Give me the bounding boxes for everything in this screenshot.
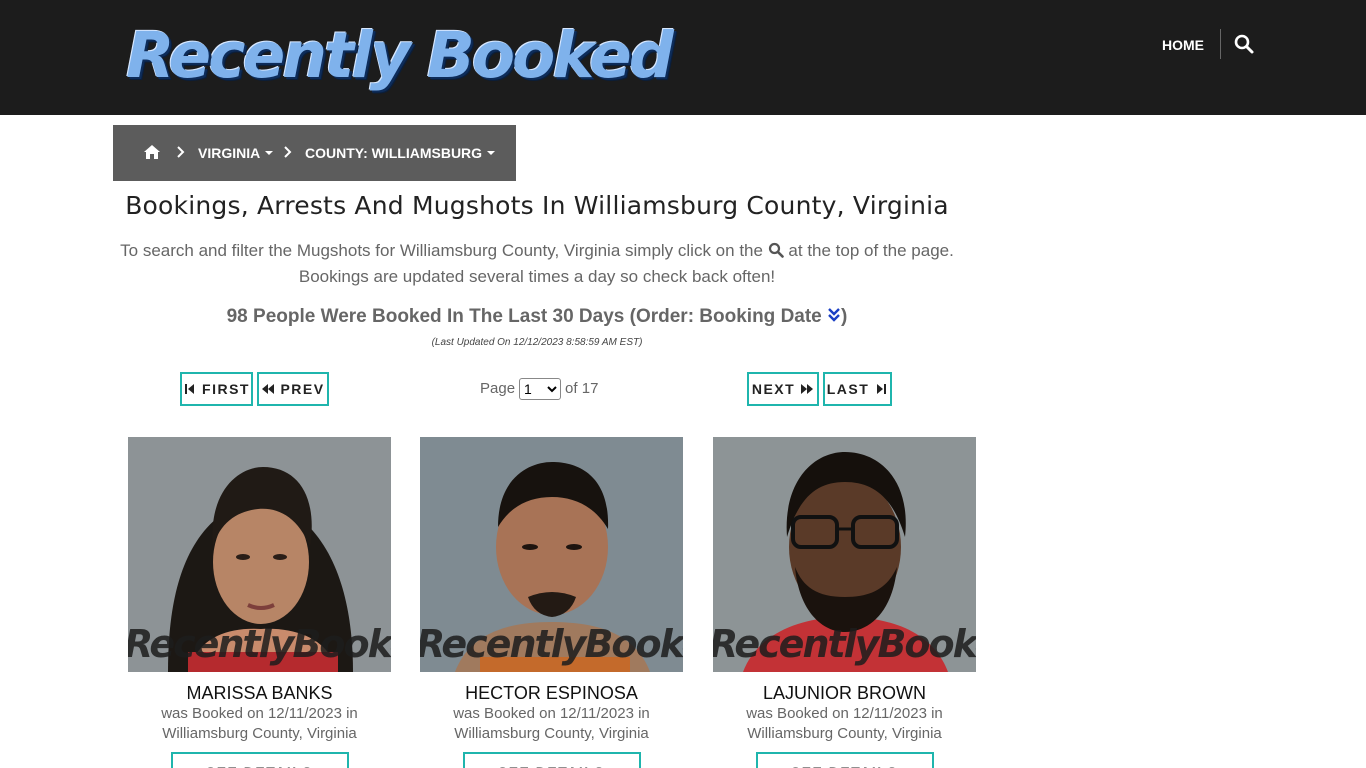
booking-description: was Booked on 12/11/2023 in Williamsburg… — [453, 705, 650, 742]
next-label: NEXT — [751, 381, 796, 397]
first-label: FIRST — [202, 381, 250, 397]
skip-first-icon — [185, 384, 195, 394]
intro-line2: Bookings are updated several times a day… — [298, 267, 776, 286]
logo-text: Recently Booked — [126, 19, 674, 92]
breadcrumb: VIRGINIA COUNTY: WILLIAMSBURG — [113, 125, 516, 181]
last-label: LAST — [826, 381, 870, 397]
person-name[interactable]: LAJUNIOR BROWN — [713, 682, 976, 704]
nav-divider — [1220, 29, 1221, 59]
page-select[interactable]: 1 — [519, 378, 562, 400]
chevron-right-icon — [176, 145, 186, 159]
booking-description: was Booked on 12/11/2023 in Williamsburg… — [746, 705, 943, 742]
booking-count: 98 People Were Booked In The Last 30 Day… — [113, 304, 961, 330]
mugshot-image[interactable]: RecentlyBooked.com — [420, 437, 683, 672]
person-name[interactable]: MARISSA BANKS — [128, 682, 391, 704]
breadcrumb-item-county[interactable]: COUNTY: WILLIAMSBURG — [305, 144, 496, 162]
home-icon[interactable] — [143, 144, 161, 160]
prev-page-button[interactable]: PREV — [257, 372, 329, 406]
backward-icon — [262, 384, 275, 394]
intro-part2: at the top of the page. — [788, 241, 954, 260]
booking-count-close: ) — [841, 306, 848, 327]
breadcrumb-item-virginia[interactable]: VIRGINIA — [198, 144, 274, 162]
search-icon[interactable] — [768, 240, 784, 258]
watermark-text: RecentlyBooked.com — [128, 622, 391, 666]
breadcrumb-label: COUNTY: WILLIAMSBURG — [305, 145, 483, 161]
first-page-button[interactable]: FIRST — [180, 372, 253, 406]
site-header: Recently Booked HOME — [0, 0, 1366, 115]
skip-last-icon — [877, 384, 887, 394]
nav-home-link[interactable]: HOME — [1162, 35, 1204, 55]
see-details-button[interactable]: SEE DETAILS — [170, 752, 349, 768]
caret-down-icon — [487, 151, 496, 156]
page-title: Bookings, Arrests And Mugshots In Willia… — [125, 191, 949, 220]
booking-card[interactable]: RecentlyBooked.com HECTOR ESPINOSA was B… — [420, 437, 683, 768]
mugshot-image[interactable]: RecentlyBooked.com — [713, 437, 976, 672]
caret-down-icon — [265, 151, 274, 156]
booking-card[interactable]: RecentlyBooked.com LAJUNIOR BROWN was Bo… — [713, 437, 976, 768]
page-total: of 17 — [565, 380, 599, 397]
site-logo[interactable]: Recently Booked — [126, 18, 674, 94]
intro-part1: To search and filter the Mugshots for Wi… — [120, 241, 763, 260]
watermark-text: RecentlyBooked.com — [713, 622, 976, 666]
next-page-button[interactable]: NEXT — [747, 372, 819, 406]
intro-text: To search and filter the Mugshots for Wi… — [113, 238, 961, 290]
last-page-button[interactable]: LAST — [823, 372, 892, 406]
last-updated: (Last Updated On 12/12/2023 8:58:59 AM E… — [431, 337, 643, 348]
page-label: Page — [480, 380, 516, 397]
breadcrumb-label: VIRGINIA — [198, 145, 261, 161]
chevron-right-icon — [283, 145, 293, 159]
see-details-button[interactable]: SEE DETAILS — [462, 752, 641, 768]
booking-count-text: 98 People Were Booked In The Last 30 Day… — [226, 306, 822, 327]
double-chevron-down-icon[interactable] — [827, 306, 841, 324]
mugshot-image[interactable]: RecentlyBooked.com — [128, 437, 391, 672]
prev-label: PREV — [280, 381, 325, 397]
forward-icon — [801, 384, 814, 394]
booking-description: was Booked on 12/11/2023 in Williamsburg… — [161, 705, 358, 742]
person-name[interactable]: HECTOR ESPINOSA — [420, 682, 683, 704]
see-details-button[interactable]: SEE DETAILS — [755, 752, 934, 768]
watermark-text: RecentlyBooked.com — [420, 622, 683, 666]
page-selector: Page 1 of 17 — [480, 378, 598, 400]
search-icon[interactable] — [1233, 33, 1255, 55]
booking-card[interactable]: RecentlyBooked.com MARISSA BANKS was Boo… — [128, 437, 391, 768]
